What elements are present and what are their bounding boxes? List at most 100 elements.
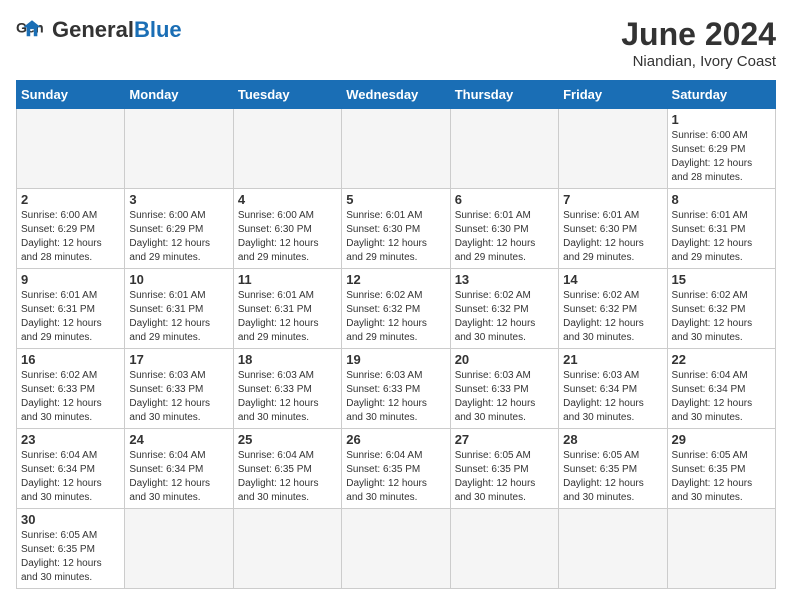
day-number: 12	[346, 272, 445, 287]
calendar-cell: 30Sunrise: 6:05 AMSunset: 6:35 PMDayligh…	[17, 509, 125, 589]
day-info: Sunrise: 6:04 AMSunset: 6:34 PMDaylight:…	[672, 369, 771, 425]
day-info: Sunrise: 6:00 AMSunset: 6:30 PMDaylight:…	[238, 209, 337, 265]
day-info: Sunrise: 6:00 AMSunset: 6:29 PMDaylight:…	[672, 129, 771, 185]
calendar-cell	[342, 109, 450, 189]
calendar-cell: 19Sunrise: 6:03 AMSunset: 6:33 PMDayligh…	[342, 349, 450, 429]
calendar-cell	[667, 509, 775, 589]
day-info: Sunrise: 6:02 AMSunset: 6:32 PMDaylight:…	[563, 289, 662, 345]
day-info: Sunrise: 6:04 AMSunset: 6:35 PMDaylight:…	[346, 449, 445, 505]
calendar-cell	[233, 509, 341, 589]
day-number: 16	[21, 352, 120, 367]
calendar-cell: 28 Sunrise: 6:05 AMSunset: 6:35 PMDayligh…	[559, 429, 667, 509]
calendar-cell: 29Sunrise: 6:05 AMSunset: 6:35 PMDayligh…	[667, 429, 775, 509]
day-number: 23	[21, 432, 120, 447]
weekday-wednesday: Wednesday	[342, 81, 450, 109]
day-number: 6	[455, 192, 554, 207]
weekday-sunday: Sunday	[17, 81, 125, 109]
day-number: 15	[672, 272, 771, 287]
week-row-3: 9 Sunrise: 6:01 AMSunset: 6:31 PMDaylight…	[17, 269, 776, 349]
day-number: 22	[672, 352, 771, 367]
day-number: 5	[346, 192, 445, 207]
calendar-cell	[125, 509, 233, 589]
calendar-cell: 18 Sunrise: 6:03 AMSunset: 6:33 PMDayligh…	[233, 349, 341, 429]
calendar-cell: 3 Sunrise: 6:00 AMSunset: 6:29 PMDaylight…	[125, 189, 233, 269]
title-block: June 2024 Niandian, Ivory Coast	[621, 16, 776, 70]
day-info: Sunrise: 6:05 AMSunset: 6:35 PMDaylight:…	[563, 449, 662, 505]
day-info: Sunrise: 6:01 AMSunset: 6:31 PMDaylight:…	[672, 209, 771, 265]
calendar-cell: 6Sunrise: 6:01 AMSunset: 6:30 PMDaylight…	[450, 189, 558, 269]
week-row-1: 1 Sunrise: 6:00 AMSunset: 6:29 PMDaylight…	[17, 109, 776, 189]
day-info: Sunrise: 6:03 AMSunset: 6:34 PMDaylight:…	[563, 369, 662, 425]
calendar-cell: 8 Sunrise: 6:01 AMSunset: 6:31 PMDaylight…	[667, 189, 775, 269]
day-number: 8	[672, 192, 771, 207]
day-info: Sunrise: 6:00 AMSunset: 6:29 PMDaylight:…	[129, 209, 228, 265]
weekday-friday: Friday	[559, 81, 667, 109]
day-info: Sunrise: 6:05 AMSunset: 6:35 PMDaylight:…	[455, 449, 554, 505]
week-row-5: 23 Sunrise: 6:04 AMSunset: 6:34 PMDayligh…	[17, 429, 776, 509]
page-header: Gen GeneralBlue June 2024 Niandian, Ivor…	[16, 16, 776, 70]
calendar-cell	[233, 109, 341, 189]
calendar-cell: 2Sunrise: 6:00 AMSunset: 6:29 PMDaylight…	[17, 189, 125, 269]
day-number: 14	[563, 272, 662, 287]
calendar-cell: 20 Sunrise: 6:03 AMSunset: 6:33 PMDayligh…	[450, 349, 558, 429]
day-number: 3	[129, 192, 228, 207]
logo: Gen GeneralBlue	[16, 16, 182, 44]
day-info: Sunrise: 6:04 AMSunset: 6:34 PMDaylight:…	[21, 449, 120, 505]
day-number: 19	[346, 352, 445, 367]
calendar-cell	[559, 509, 667, 589]
calendar-cell: 13Sunrise: 6:02 AMSunset: 6:32 PMDayligh…	[450, 269, 558, 349]
calendar-cell: 4Sunrise: 6:00 AMSunset: 6:30 PMDaylight…	[233, 189, 341, 269]
calendar-cell: 26Sunrise: 6:04 AMSunset: 6:35 PMDayligh…	[342, 429, 450, 509]
day-number: 18	[238, 352, 337, 367]
calendar-cell	[450, 509, 558, 589]
day-number: 1	[672, 112, 771, 127]
calendar-cell: 24Sunrise: 6:04 AMSunset: 6:34 PMDayligh…	[125, 429, 233, 509]
calendar-cell: 14 Sunrise: 6:02 AMSunset: 6:32 PMDayligh…	[559, 269, 667, 349]
calendar-cell: 1 Sunrise: 6:00 AMSunset: 6:29 PMDaylight…	[667, 109, 775, 189]
calendar-cell: 10 Sunrise: 6:01 AMSunset: 6:31 PMDayligh…	[125, 269, 233, 349]
calendar-cell: 27 Sunrise: 6:05 AMSunset: 6:35 PMDayligh…	[450, 429, 558, 509]
day-number: 7	[563, 192, 662, 207]
day-number: 11	[238, 272, 337, 287]
weekday-saturday: Saturday	[667, 81, 775, 109]
calendar-cell: 7 Sunrise: 6:01 AMSunset: 6:30 PMDaylight…	[559, 189, 667, 269]
weekday-tuesday: Tuesday	[233, 81, 341, 109]
day-info: Sunrise: 6:02 AMSunset: 6:32 PMDaylight:…	[346, 289, 445, 345]
day-number: 28	[563, 432, 662, 447]
day-number: 21	[563, 352, 662, 367]
day-info: Sunrise: 6:05 AMSunset: 6:35 PMDaylight:…	[672, 449, 771, 505]
day-info: Sunrise: 6:00 AMSunset: 6:29 PMDaylight:…	[21, 209, 120, 265]
week-row-2: 2Sunrise: 6:00 AMSunset: 6:29 PMDaylight…	[17, 189, 776, 269]
day-number: 25	[238, 432, 337, 447]
day-info: Sunrise: 6:01 AMSunset: 6:30 PMDaylight:…	[346, 209, 445, 265]
day-info: Sunrise: 6:01 AMSunset: 6:31 PMDaylight:…	[21, 289, 120, 345]
calendar-cell: 15Sunrise: 6:02 AMSunset: 6:32 PMDayligh…	[667, 269, 775, 349]
day-info: Sunrise: 6:05 AMSunset: 6:35 PMDaylight:…	[21, 529, 120, 585]
calendar-cell: 16 Sunrise: 6:02 AMSunset: 6:33 PMDayligh…	[17, 349, 125, 429]
day-number: 20	[455, 352, 554, 367]
calendar-cell: 23 Sunrise: 6:04 AMSunset: 6:34 PMDayligh…	[17, 429, 125, 509]
weekday-header-row: SundayMondayTuesdayWednesdayThursdayFrid…	[17, 81, 776, 109]
day-info: Sunrise: 6:01 AMSunset: 6:30 PMDaylight:…	[563, 209, 662, 265]
day-info: Sunrise: 6:03 AMSunset: 6:33 PMDaylight:…	[238, 369, 337, 425]
calendar-cell: 5 Sunrise: 6:01 AMSunset: 6:30 PMDaylight…	[342, 189, 450, 269]
calendar-cell: 22 Sunrise: 6:04 AMSunset: 6:34 PMDayligh…	[667, 349, 775, 429]
day-info: Sunrise: 6:02 AMSunset: 6:33 PMDaylight:…	[21, 369, 120, 425]
day-info: Sunrise: 6:03 AMSunset: 6:33 PMDaylight:…	[455, 369, 554, 425]
logo-text: GeneralBlue	[52, 19, 182, 41]
day-number: 27	[455, 432, 554, 447]
day-number: 9	[21, 272, 120, 287]
weekday-monday: Monday	[125, 81, 233, 109]
location: Niandian, Ivory Coast	[621, 53, 776, 70]
logo-icon: Gen	[16, 16, 48, 44]
calendar-cell	[125, 109, 233, 189]
day-info: Sunrise: 6:04 AMSunset: 6:35 PMDaylight:…	[238, 449, 337, 505]
day-number: 10	[129, 272, 228, 287]
calendar-cell	[342, 509, 450, 589]
month-title: June 2024	[621, 16, 776, 53]
calendar-cell: 25 Sunrise: 6:04 AMSunset: 6:35 PMDayligh…	[233, 429, 341, 509]
day-info: Sunrise: 6:01 AMSunset: 6:31 PMDaylight:…	[129, 289, 228, 345]
calendar-cell	[559, 109, 667, 189]
calendar-cell: 21 Sunrise: 6:03 AMSunset: 6:34 PMDayligh…	[559, 349, 667, 429]
calendar-cell	[17, 109, 125, 189]
